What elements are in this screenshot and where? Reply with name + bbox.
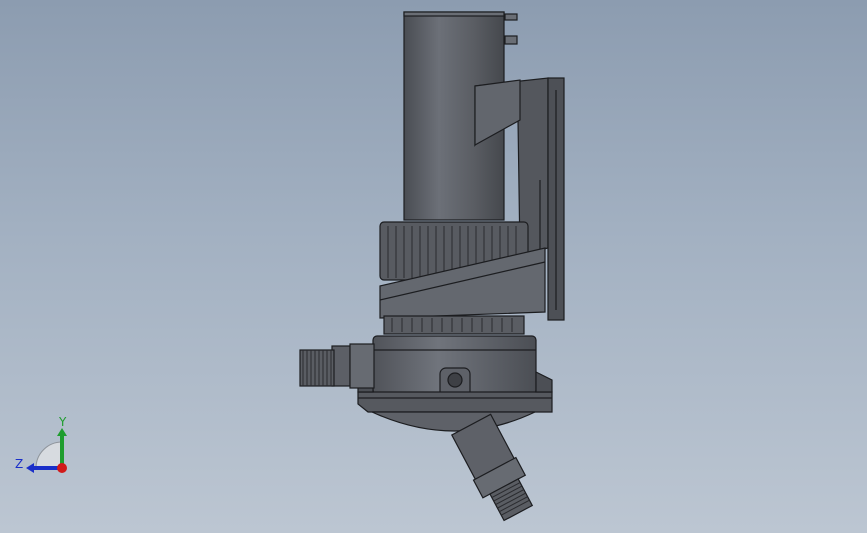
inlet-threaded-pipe: [299, 349, 335, 387]
triad-plane-disc: [35, 441, 63, 469]
inlet-hex-nut: [349, 343, 375, 389]
y-axis-label: Y: [58, 415, 67, 429]
orientation-triad: Y Z: [15, 415, 67, 473]
bottom-dome: [371, 411, 536, 432]
z-axis-label: Z: [15, 457, 23, 471]
top-pin-1: [504, 13, 518, 21]
x-axis-origin: [57, 463, 67, 473]
lower-ribbed-ring: [383, 315, 525, 335]
cylinder-top-cap: [403, 11, 505, 17]
pump-3d-model[interactable]: [0, 0, 867, 533]
boss-hole: [447, 372, 463, 388]
base-flange: [357, 391, 553, 413]
graphics-viewport[interactable]: Y Z: [0, 0, 867, 533]
top-pin-2: [504, 35, 518, 45]
inlet-fitting-body: [331, 345, 351, 387]
